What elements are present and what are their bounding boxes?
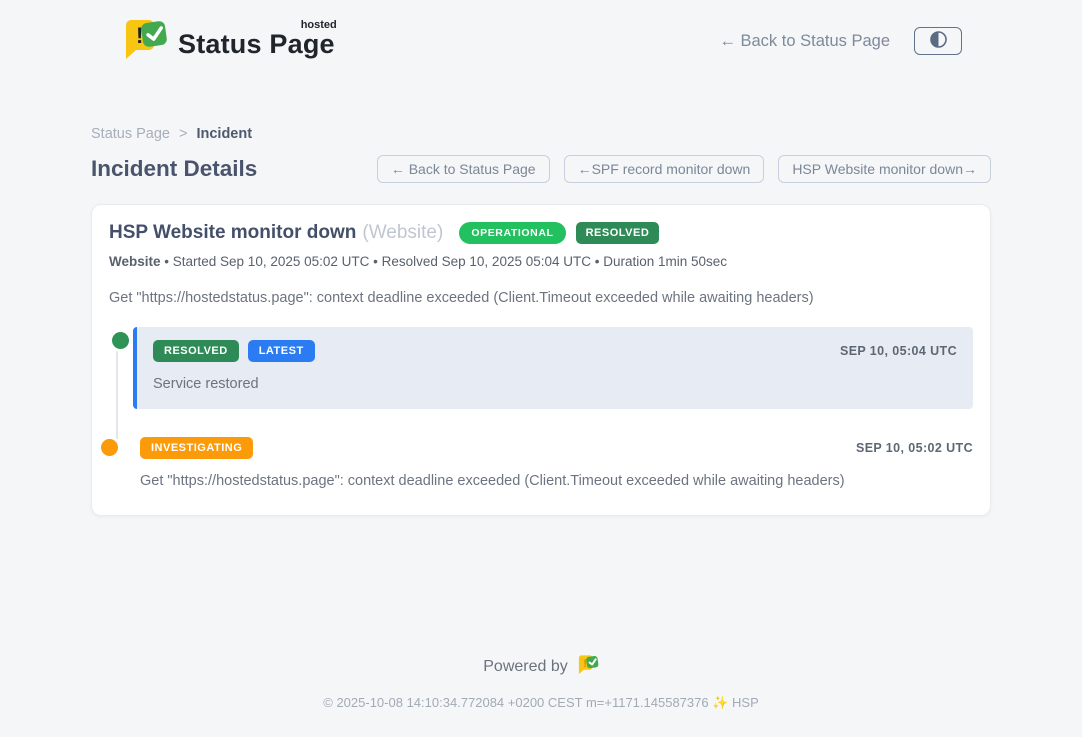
copyright-text: © 2025-10-08 14:10:34.772084 +0200 CEST …	[0, 695, 1082, 711]
contrast-half-circle-icon	[930, 31, 947, 51]
resolved-state-badge: RESOLVED	[576, 222, 660, 244]
powered-by-label: Powered by	[483, 658, 568, 676]
incident-component: (Website)	[362, 222, 443, 244]
incident-nav-buttons: ← Back to Status Page ←SPF record monito…	[377, 155, 991, 183]
timeline-badges: RESOLVED LATEST	[153, 340, 315, 362]
title-row: Incident Details ← Back to Status Page ←…	[91, 155, 991, 183]
next-incident-button[interactable]: HSP Website monitor down→	[778, 155, 991, 183]
breadcrumb: Status Page > Incident	[91, 126, 991, 142]
back-to-status-page-button[interactable]: ← Back to Status Page	[377, 155, 550, 183]
timeline-dot-orange	[101, 439, 118, 456]
incident-title: HSP Website monitor down	[109, 222, 356, 244]
timeline-connector-line	[116, 347, 118, 445]
brand-superscript: hosted	[301, 19, 337, 31]
timeline-message: Get "https://hostedstatus.page": context…	[140, 473, 973, 489]
timeline-badges: INVESTIGATING	[140, 437, 253, 459]
brand-bubble-icon: !	[122, 17, 168, 66]
brand-text-wrap: hosted Status Page	[178, 31, 335, 58]
page-title: Incident Details	[91, 156, 257, 182]
timeline-timestamp: SEP 10, 05:04 UTC	[840, 344, 957, 358]
timeline-entry-resolved: RESOLVED LATEST SEP 10, 05:04 UTC Servic…	[133, 327, 973, 409]
timeline-entry-head: INVESTIGATING SEP 10, 05:02 UTC	[140, 437, 973, 459]
breadcrumb-current: Incident	[196, 126, 252, 142]
timeline-entry-investigating: INVESTIGATING SEP 10, 05:02 UTC Get "htt…	[133, 437, 973, 489]
investigating-badge: INVESTIGATING	[140, 437, 253, 459]
footer-brand-bubble-icon[interactable]: !	[577, 654, 599, 680]
incident-title-row: HSP Website monitor down (Website) OPERA…	[109, 222, 973, 244]
timeline-dot-green	[112, 332, 129, 349]
resolved-badge: RESOLVED	[153, 340, 239, 362]
incident-description: Get "https://hostedstatus.page": context…	[109, 290, 973, 306]
header-right: ← Back to Status Page	[719, 27, 962, 55]
brand-logo[interactable]: ! hosted Status Page	[122, 17, 335, 66]
incident-meta: Website • Started Sep 10, 2025 05:02 UTC…	[109, 254, 973, 269]
timeline-message: Service restored	[153, 376, 957, 392]
prev-incident-button[interactable]: ←SPF record monitor down	[564, 155, 765, 183]
breadcrumb-separator: >	[179, 126, 187, 142]
timeline-entry-head: RESOLVED LATEST SEP 10, 05:04 UTC	[153, 340, 957, 362]
header: ! hosted Status Page ← Back to Status Pa…	[0, 0, 1082, 76]
incident-card: HSP Website monitor down (Website) OPERA…	[91, 204, 991, 516]
header-back-link[interactable]: ← Back to Status Page	[719, 32, 890, 51]
brand-name: Status Page	[178, 29, 335, 59]
timeline-timestamp: SEP 10, 05:02 UTC	[856, 441, 973, 455]
footer: Powered by ! © 2025-10-08 14:10:34.77208…	[0, 654, 1082, 711]
latest-badge: LATEST	[248, 340, 315, 362]
theme-toggle-button[interactable]	[914, 27, 962, 55]
incident-meta-detail: • Started Sep 10, 2025 05:02 UTC • Resol…	[164, 254, 727, 269]
incident-meta-component: Website	[109, 254, 161, 269]
main-content: Status Page > Incident Incident Details …	[91, 126, 991, 516]
operational-status-badge: OPERATIONAL	[459, 222, 565, 244]
powered-by: Powered by !	[0, 654, 1082, 680]
incident-timeline: RESOLVED LATEST SEP 10, 05:04 UTC Servic…	[109, 327, 973, 489]
breadcrumb-root[interactable]: Status Page	[91, 126, 170, 142]
